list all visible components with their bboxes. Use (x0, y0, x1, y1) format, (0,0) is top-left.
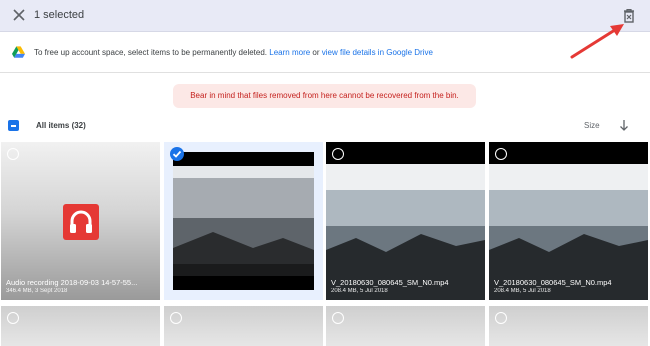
headphones-icon (63, 204, 99, 240)
file-tile-video[interactable]: V_20180630_080645_SM_N0.mp4 208.4 MB, 5 … (489, 142, 648, 300)
warning-message: Bear in mind that files removed from her… (173, 84, 476, 108)
file-tile-audio[interactable]: Audio recording 2018-09-03 14-57-55... 3… (1, 142, 160, 300)
file-meta: 346.4 MB, 3 Sept 2018 (6, 288, 68, 294)
file-caption: V_20180630_080645_SM_N0.mp4 208.4 MB, 5 … (331, 278, 481, 296)
view-file-details-link[interactable]: view file details in Google Drive (322, 48, 433, 57)
select-circle[interactable] (495, 148, 507, 160)
selection-count: 1 selected (34, 9, 85, 21)
delete-forever-icon[interactable] (622, 8, 636, 24)
file-tile[interactable] (164, 306, 323, 346)
select-circle[interactable] (332, 312, 344, 324)
select-circle[interactable] (7, 312, 19, 324)
select-circle[interactable] (332, 148, 344, 160)
file-tile[interactable] (489, 306, 648, 346)
file-caption: V_20180630_080645_SM_N0.mp4 208.4 MB, 5 … (494, 278, 644, 296)
select-circle[interactable] (170, 312, 182, 324)
select-circle[interactable] (7, 148, 19, 160)
file-caption: Audio recording 2018-09-03 14-57-55... 3… (6, 278, 156, 296)
file-meta: 208.4 MB, 5 Jul 2018 (331, 288, 388, 294)
file-tile[interactable] (1, 306, 160, 346)
file-name: V_20180630_080645_SM_N0.mp4 (331, 278, 449, 287)
sort-by-size[interactable]: Size (584, 121, 600, 130)
file-meta: 208.4 MB, 5 Jul 2018 (494, 288, 551, 294)
check-icon[interactable] (170, 147, 184, 161)
learn-more-link[interactable]: Learn more (269, 48, 310, 57)
file-name: V_20180630_080645_SM_N0.mp4 (494, 278, 612, 287)
select-all-checkbox[interactable] (8, 120, 19, 131)
video-thumbnail (173, 152, 314, 290)
close-icon[interactable] (12, 8, 26, 22)
video-thumbnail (489, 142, 648, 300)
file-tile[interactable] (326, 306, 485, 346)
selection-toolbar: 1 selected (0, 0, 650, 32)
video-thumbnail (326, 142, 485, 300)
file-name: Audio recording 2018-09-03 14-57-55... (6, 278, 138, 287)
storage-info-bar: To free up account space, select items t… (0, 33, 650, 73)
google-drive-icon (12, 46, 25, 58)
file-tile-selected[interactable] (164, 142, 323, 300)
file-tile-video[interactable]: V_20180630_080645_SM_N0.mp4 208.4 MB, 5 … (326, 142, 485, 300)
all-items-label: All items (32) (36, 121, 86, 130)
storage-info-text: To free up account space, select items t… (34, 48, 433, 57)
select-circle[interactable] (495, 312, 507, 324)
arrow-down-icon[interactable] (619, 119, 629, 132)
